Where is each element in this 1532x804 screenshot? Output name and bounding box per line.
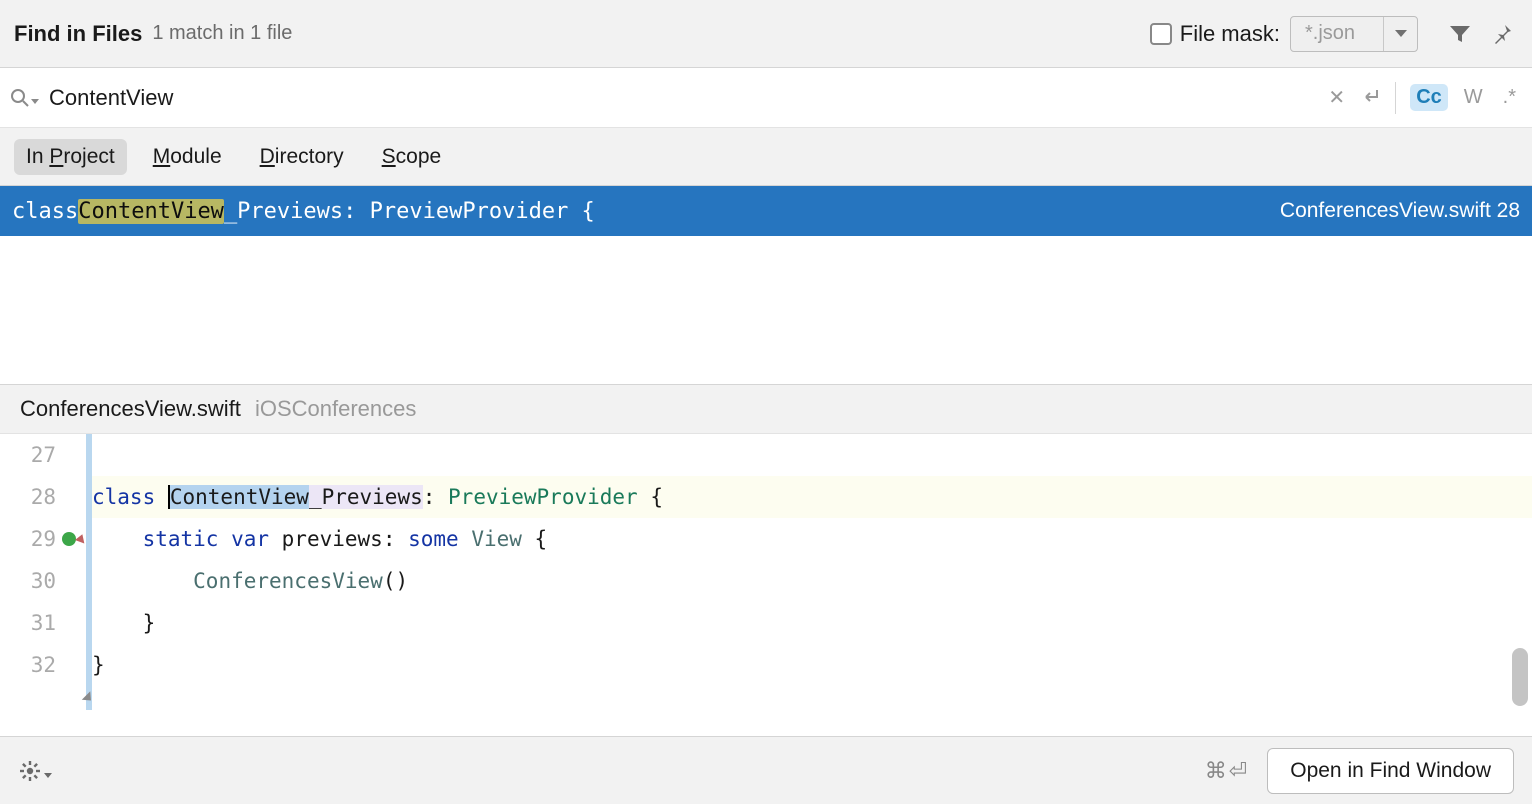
result-file: ConferencesView.swift 28 bbox=[1280, 199, 1520, 223]
whole-word-toggle[interactable]: W bbox=[1458, 84, 1489, 111]
preview-header: ConferencesView.swift iOSConferences bbox=[0, 384, 1532, 434]
search-input[interactable] bbox=[43, 81, 1324, 115]
scrollbar-thumb[interactable] bbox=[1512, 648, 1528, 706]
result-row[interactable]: class ContentView_Previews: PreviewProvi… bbox=[0, 186, 1532, 236]
dialog-header: Find in Files 1 match in 1 file File mas… bbox=[0, 0, 1532, 68]
clear-icon[interactable]: ✕ bbox=[1324, 81, 1349, 114]
open-in-find-window-button[interactable]: Open in Find Window bbox=[1267, 748, 1514, 794]
footer: ⌘⏎ Open in Find Window bbox=[0, 736, 1532, 804]
scope-bar: In Project Module Directory Scope bbox=[0, 128, 1532, 186]
preview-file: ConferencesView.swift bbox=[20, 396, 241, 422]
preview-project: iOSConferences bbox=[255, 396, 416, 422]
search-icon[interactable] bbox=[10, 88, 39, 108]
code-line[interactable]: ConferencesView() bbox=[92, 560, 1532, 602]
code-line[interactable] bbox=[92, 434, 1532, 476]
gutter: 272829303132 bbox=[0, 434, 86, 710]
gutter-line: 31 bbox=[0, 602, 78, 644]
gear-icon[interactable] bbox=[18, 759, 52, 783]
file-mask-checkbox[interactable] bbox=[1150, 23, 1172, 45]
code-lines[interactable]: class ContentView_Previews: PreviewProvi… bbox=[92, 434, 1532, 710]
code-line[interactable]: class ContentView_Previews: PreviewProvi… bbox=[92, 476, 1532, 518]
pin-icon[interactable] bbox=[1484, 16, 1520, 52]
code-line[interactable]: static var previews: some View { bbox=[92, 518, 1532, 560]
match-case-toggle[interactable]: Cc bbox=[1410, 84, 1448, 111]
newline-icon[interactable] bbox=[1359, 86, 1381, 110]
file-mask-value: *.json bbox=[1291, 22, 1383, 45]
scope-tab-module[interactable]: Module bbox=[141, 139, 234, 175]
file-mask-dropdown-button[interactable] bbox=[1383, 17, 1417, 51]
gutter-line: 29 bbox=[0, 518, 78, 560]
shortcut-hint: ⌘⏎ bbox=[1205, 758, 1249, 784]
scope-tab-scope[interactable]: Scope bbox=[370, 139, 454, 175]
override-mark-icon[interactable] bbox=[62, 532, 76, 546]
regex-toggle[interactable]: .* bbox=[1499, 84, 1520, 111]
filter-icon[interactable] bbox=[1442, 16, 1478, 52]
dialog-title: Find in Files bbox=[14, 21, 142, 47]
file-mask-dropdown[interactable]: *.json bbox=[1290, 16, 1418, 52]
code-line[interactable]: } bbox=[92, 602, 1532, 644]
results-blank bbox=[0, 236, 1532, 384]
result-match: ContentView bbox=[78, 199, 224, 224]
code-line[interactable]: } bbox=[92, 644, 1532, 686]
scope-tab-directory[interactable]: Directory bbox=[248, 139, 356, 175]
result-prefix: class bbox=[12, 199, 78, 224]
gutter-line: 30 bbox=[0, 560, 78, 602]
result-suffix: _Previews: PreviewProvider { bbox=[224, 199, 595, 224]
gutter-line: 27 bbox=[0, 434, 78, 476]
scope-tab-project[interactable]: In Project bbox=[14, 139, 127, 175]
code-preview: 272829303132 class ContentView_Previews:… bbox=[0, 434, 1532, 710]
gutter-line: 28 bbox=[0, 476, 78, 518]
match-count: 1 match in 1 file bbox=[152, 22, 292, 45]
file-mask-label: File mask: bbox=[1180, 21, 1280, 47]
gutter-line: 32 bbox=[0, 644, 78, 686]
search-row: ✕ Cc W .* bbox=[0, 68, 1532, 128]
